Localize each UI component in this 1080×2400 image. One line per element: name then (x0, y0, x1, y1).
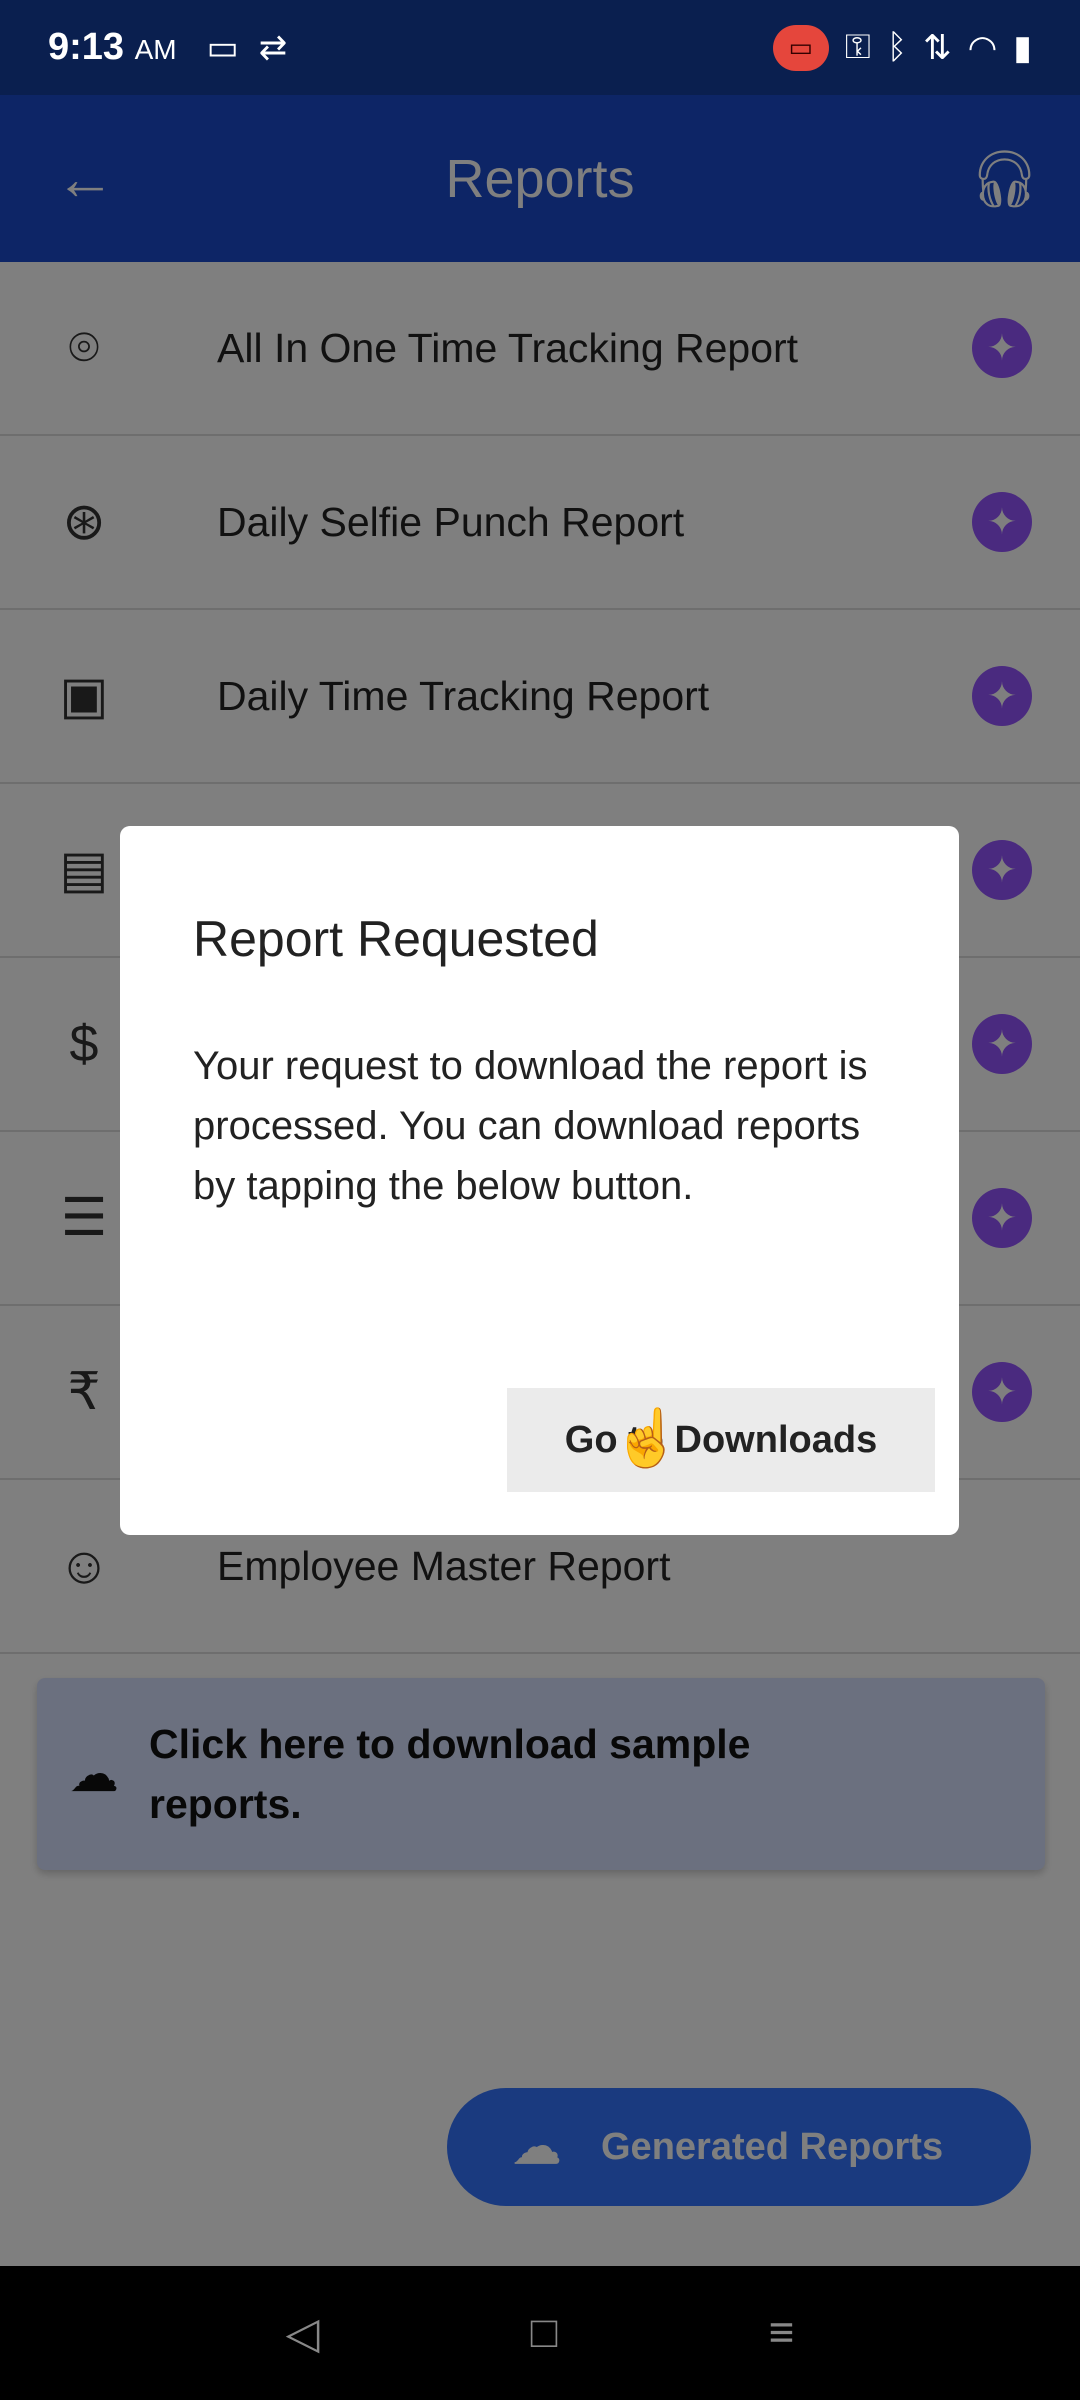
battery-icon: ▮ (1013, 28, 1032, 67)
bluetooth-icon: ᛒ (886, 28, 908, 66)
go-to-downloads-button[interactable]: Go to Downloads (507, 1388, 935, 1492)
screen-record-icon: ▭ (206, 28, 239, 67)
wifi-icon: ◠ (967, 28, 998, 67)
data-arrows-icon: ⇅ (923, 28, 952, 67)
nav-back-icon[interactable]: ◁ (286, 2308, 320, 2359)
app-notification-icon: ⇄ (258, 28, 288, 67)
hand-pointer-cursor-icon: ☝ (612, 1406, 682, 1469)
report-requested-dialog: Report Requested Your request to downloa… (120, 826, 959, 1535)
nav-home-icon[interactable]: □ (531, 2308, 558, 2358)
status-time: 9:13 AM (48, 26, 177, 68)
system-nav-bar: ◁ □ ≡ (0, 2266, 1080, 2400)
recording-icon: ▭ (772, 24, 829, 71)
vpn-key-icon: ⚿ (844, 28, 871, 66)
status-bar: 9:13 AM ▭ ⇄ ▭ ⚿ ᛒ ⇅ ◠ ▮ (0, 0, 1080, 95)
nav-menu-icon[interactable]: ≡ (769, 2308, 795, 2358)
dialog-title: Report Requested (193, 911, 599, 967)
dialog-message: Your request to download the report is p… (193, 1044, 868, 1208)
